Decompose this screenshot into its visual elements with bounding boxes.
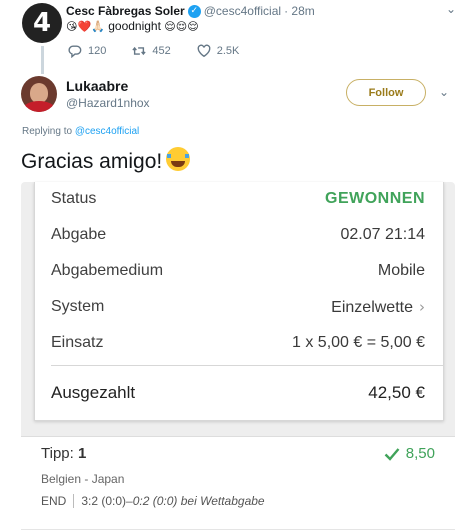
retweet-button[interactable]: 452 (132, 44, 171, 58)
divider (73, 494, 75, 508)
tip-prefix: Tipp: (41, 445, 74, 462)
thread-line (41, 46, 44, 74)
reply-button[interactable]: 120 (68, 44, 106, 58)
reply-text: Gracias amigo! (21, 147, 191, 174)
bet-slip-image[interactable]: Status GEWONNEN Abgabe 02.07 21:14 Abgab… (21, 182, 455, 530)
row-label: Einsatz (51, 334, 104, 351)
bet-details-card: Status GEWONNEN Abgabe 02.07 21:14 Abgab… (34, 182, 444, 421)
chevron-down-icon[interactable]: ⌄ (446, 2, 456, 16)
heart-icon (197, 44, 211, 58)
retweet-icon (132, 46, 147, 56)
row-abgabe: Abgabe 02.07 21:14 (51, 223, 425, 247)
replying-to-link[interactable]: @cesc4official (75, 126, 139, 137)
row-system[interactable]: System Einzelwette › (51, 295, 425, 319)
tweet-actions: 120 452 2.5K (68, 44, 239, 58)
match-name: Belgien - Japan (41, 472, 125, 486)
total-value: 42,50 € (368, 383, 425, 402)
odds: 8,50 (384, 445, 435, 462)
row-total: Ausgezahlt 42,50 € (51, 381, 425, 405)
follow-button[interactable]: Follow (346, 79, 426, 106)
reply-avatar[interactable] (21, 76, 57, 112)
parent-tweet: 4 Cesc Fàbregas Soler ✓ @cesc4official ·… (0, 0, 470, 74)
row-value: 02.07 21:14 (340, 226, 425, 243)
reply-author-name[interactable]: Lukaabre (66, 78, 128, 94)
score-at-bet: –0:2 (0:0) bei Wettabgabe (126, 494, 265, 508)
check-icon (384, 447, 400, 461)
tip-label: Tipp: 1 (41, 445, 86, 462)
author-name[interactable]: Cesc Fàbregas Soler (66, 4, 185, 18)
row-value: 1 x 5,00 € = 5,00 € (292, 334, 425, 351)
avatar[interactable]: 4 (22, 3, 62, 43)
emoji-suffix: 😌😌😌 (164, 20, 199, 33)
crying-laughing-emoji-icon (166, 147, 191, 171)
row-label: Status (51, 190, 97, 207)
avatar-face (30, 83, 48, 103)
row-label: Abgabemedium (51, 262, 164, 279)
like-count: 2.5K (216, 45, 240, 57)
system-value: Einzelwette (331, 298, 413, 316)
row-value: Mobile (377, 262, 425, 279)
reply-body: Gracias amigo! (21, 150, 163, 173)
total-label: Ausgezahlt (51, 383, 136, 402)
tweet-text: 😘❤️🙏🏻 goodnight 😌😌😌 (66, 19, 199, 33)
reply-author-handle[interactable]: @Hazard1nhox (66, 96, 150, 110)
tip-number: 1 (77, 445, 87, 462)
replying-to: Replying to @cesc4official (22, 126, 139, 137)
score-line: END 3:2 (0:0) –0:2 (0:0) bei Wettabgabe (41, 494, 265, 508)
row-abgabemedium: Abgabemedium Mobile (51, 259, 425, 283)
row-einsatz: Einsatz 1 x 5,00 € = 5,00 € (51, 331, 425, 355)
chevron-down-icon[interactable]: ⌄ (439, 85, 449, 99)
match-status: END (41, 494, 67, 508)
retweet-count: 452 (152, 45, 171, 57)
row-value: Einzelwette › (331, 298, 425, 317)
avatar-shirt (23, 101, 55, 112)
reply-icon (68, 45, 82, 58)
status-badge: GEWONNEN (325, 190, 425, 207)
divider (51, 365, 443, 366)
row-label: System (51, 298, 105, 315)
tip-section: Tipp: 1 8,50 Belgien - Japan END 3:2 (0:… (21, 436, 455, 530)
tweet-body: goodnight (108, 19, 161, 33)
avatar-number: 4 (32, 8, 52, 38)
chevron-right-icon: › (419, 297, 425, 316)
replying-to-label: Replying to (22, 126, 73, 137)
like-button[interactable]: 2.5K (197, 44, 240, 58)
odds-value: 8,50 (405, 445, 435, 462)
author-handle[interactable]: @cesc4official (204, 4, 281, 18)
emoji-prefix: 😘❤️🙏🏻 (66, 20, 105, 33)
reply-count: 120 (88, 45, 107, 57)
row-status: Status GEWONNEN (51, 187, 425, 211)
tweet-header: Cesc Fàbregas Soler ✓ @cesc4official · 2… (66, 4, 315, 18)
final-score: 3:2 (0:0) (81, 494, 127, 508)
row-label: Abgabe (51, 226, 107, 243)
tweet-time[interactable]: · 28m (284, 4, 315, 18)
verified-icon: ✓ (187, 4, 201, 18)
